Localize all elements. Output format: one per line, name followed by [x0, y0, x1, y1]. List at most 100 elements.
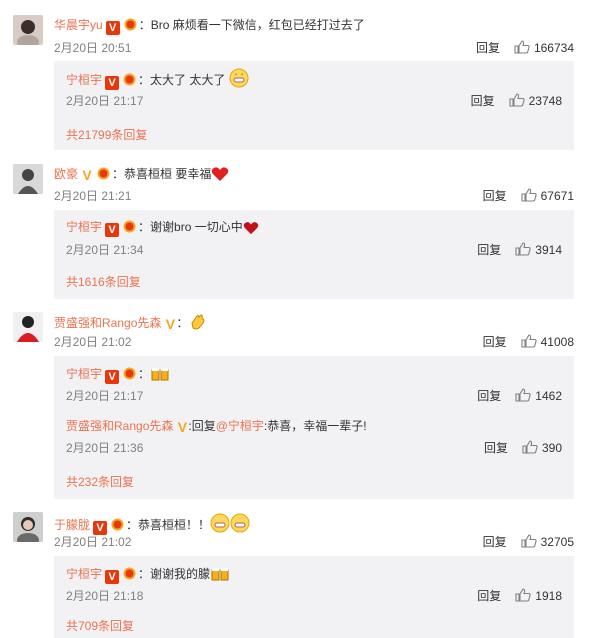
reply-button[interactable]: 回复: [476, 41, 500, 55]
comment-date: 2月20日 21:02: [54, 535, 132, 549]
grin-emoji-icon: [229, 68, 249, 88]
username-link[interactable]: 宁桓宇: [66, 567, 102, 581]
reply-header: 贾盛强和Rango先森 V:回复@宁桓宇:恭喜，幸福一辈子!: [66, 419, 367, 435]
avatar[interactable]: [13, 164, 43, 194]
avatar[interactable]: [13, 15, 43, 45]
comment-header: 华晨宇yu V ：Bro 麻烦看一下微信，红包已经打过去了: [54, 18, 365, 35]
reply-button[interactable]: 回复: [483, 189, 507, 203]
reply-box: 宁桓宇 V： 2月20日 21:17 回复 1462 贾盛强和Rango先森 V:回复…: [54, 356, 574, 499]
reply-header: 宁桓宇 V：: [66, 365, 170, 384]
reply-box: 宁桓宇 V ：太大了 太大了 2月20日 21:17 回复 23748 共21799条…: [54, 61, 574, 150]
more-replies-link[interactable]: 共1616条回复: [66, 274, 141, 290]
comment-header: 贾盛强和Rango先森 V：: [54, 313, 206, 332]
comment-actions: 回复 67671: [483, 188, 574, 204]
comment-date: 2月20日 21:02: [54, 335, 132, 349]
reply-button[interactable]: 回复: [483, 535, 507, 549]
verified-badge-icon: V: [165, 316, 176, 332]
reply-button[interactable]: 回复: [471, 94, 495, 108]
reply-date: 2月20日 21:17: [66, 94, 144, 108]
like-thumb-icon[interactable]: [515, 388, 531, 402]
reply-header: 宁桓宇 V ：太大了 太大了: [66, 68, 249, 90]
grin-emoji-icon: [210, 513, 230, 533]
avatar[interactable]: [13, 512, 43, 542]
reply-actions: 回复 1918: [477, 588, 562, 604]
verified-badge-icon: V: [105, 76, 120, 90]
like-thumb-icon[interactable]: [521, 188, 537, 202]
comment-header: 于朦胧 V ：恭喜桓桓！！: [54, 513, 250, 535]
reply-button[interactable]: 回复: [477, 389, 501, 403]
verified-badge-icon: V: [105, 223, 120, 237]
like-thumb-icon[interactable]: [515, 242, 531, 256]
verified-badge-icon: V: [105, 21, 120, 35]
username-link[interactable]: 贾盛强和Rango先森: [66, 419, 173, 433]
vip-badge-icon: [123, 220, 136, 233]
clap-emoji-icon: [191, 314, 205, 330]
reply-header: 宁桓宇 V ：谢谢我的朦: [66, 565, 230, 584]
heart-icon: [243, 222, 258, 235]
like-count: 1462: [535, 389, 562, 403]
mention-link[interactable]: @宁桓宇: [216, 419, 264, 433]
comment-text: 恭喜桓桓 要幸福: [124, 167, 212, 181]
comment: 贾盛强和Rango先森 V： 2月20日 21:02 回复 41008 宁桓宇 V： …: [0, 312, 589, 500]
comment-actions: 回复 166734: [476, 40, 574, 56]
reply-prefix: 回复: [191, 419, 216, 433]
reply-button[interactable]: 回复: [477, 243, 501, 257]
verified-badge-icon: V: [105, 370, 120, 384]
like-count: 67671: [540, 189, 574, 203]
like-count: 32705: [540, 535, 574, 549]
vip-badge-icon: [124, 18, 137, 31]
verified-badge-icon: V: [93, 521, 108, 535]
reply-button[interactable]: 回复: [477, 589, 501, 603]
like-thumb-icon[interactable]: [521, 534, 537, 548]
more-replies-link[interactable]: 共21799条回复: [66, 127, 147, 143]
reply-date: 2月20日 21:18: [66, 589, 144, 603]
username-link[interactable]: 宁桓宇: [66, 220, 102, 234]
reply-button[interactable]: 回复: [484, 441, 508, 455]
avatar[interactable]: [13, 312, 43, 342]
reply-text: 谢谢bro 一切心中: [150, 220, 243, 234]
vip-badge-icon: [123, 73, 136, 86]
comment-text: Bro 麻烦看一下微信，红包已经打过去了: [150, 18, 365, 32]
vip-badge-icon: [123, 567, 136, 580]
username-link[interactable]: 欧豪: [54, 167, 78, 181]
comment-date: 2月20日 20:51: [54, 41, 132, 55]
heart-icon: [212, 167, 229, 181]
username-link[interactable]: 贾盛强和Rango先森: [54, 316, 161, 330]
reply-header: 宁桓宇 V ：谢谢bro 一切心中: [66, 218, 259, 237]
like-count: 166734: [533, 41, 574, 55]
comment-text: 恭喜桓桓！！: [138, 518, 211, 532]
vip-badge-icon: [111, 518, 124, 531]
reply-button[interactable]: 回复: [483, 335, 507, 349]
reply-box: 宁桓宇 V ：谢谢bro 一切心中 2月20日 21:34 回复 3914 共1616…: [54, 210, 574, 299]
reply-actions: 回复 390: [484, 440, 562, 456]
reply-actions: 回复 1462: [477, 388, 562, 404]
username-link[interactable]: 宁桓宇: [66, 367, 102, 381]
username-link[interactable]: 华晨宇yu: [54, 18, 103, 32]
vip-badge-icon: [123, 367, 136, 380]
vip-badge-icon: [97, 167, 110, 180]
like-thumb-icon[interactable]: [515, 588, 531, 602]
like-thumb-icon[interactable]: [514, 40, 530, 54]
comment-actions: 回复 32705: [483, 534, 574, 550]
like-thumb-icon[interactable]: [521, 334, 537, 348]
reply-date: 2月20日 21:34: [66, 243, 144, 257]
like-count: 3914: [535, 243, 562, 257]
username-link[interactable]: 于朦胧: [54, 518, 90, 532]
beer-cheers-emoji-icon: [211, 568, 229, 581]
like-thumb-icon[interactable]: [509, 93, 525, 107]
username-link[interactable]: 宁桓宇: [66, 73, 102, 87]
reply-actions: 回复 3914: [477, 242, 562, 258]
comment-actions: 回复 41008: [483, 334, 574, 350]
more-replies-link[interactable]: 共232条回复: [66, 474, 134, 490]
comment-header: 欧豪 V ：恭喜桓桓 要幸福: [54, 165, 229, 183]
reply-text: :恭喜，幸福一辈子!: [263, 419, 367, 433]
like-count: 23748: [528, 94, 562, 108]
more-replies-link[interactable]: 共709条回复: [66, 618, 134, 634]
comment: 于朦胧 V ：恭喜桓桓！！ 2月20日 21:02 回复 32705 宁桓宇 V ：谢谢我…: [0, 512, 589, 638]
like-count: 1918: [535, 589, 562, 603]
verified-badge-icon: V: [82, 167, 92, 183]
grin-emoji-icon: [230, 513, 250, 533]
reply-text: 太大了 太大了: [150, 73, 226, 87]
like-thumb-icon[interactable]: [522, 440, 538, 454]
reply-date: 2月20日 21:17: [66, 389, 144, 403]
